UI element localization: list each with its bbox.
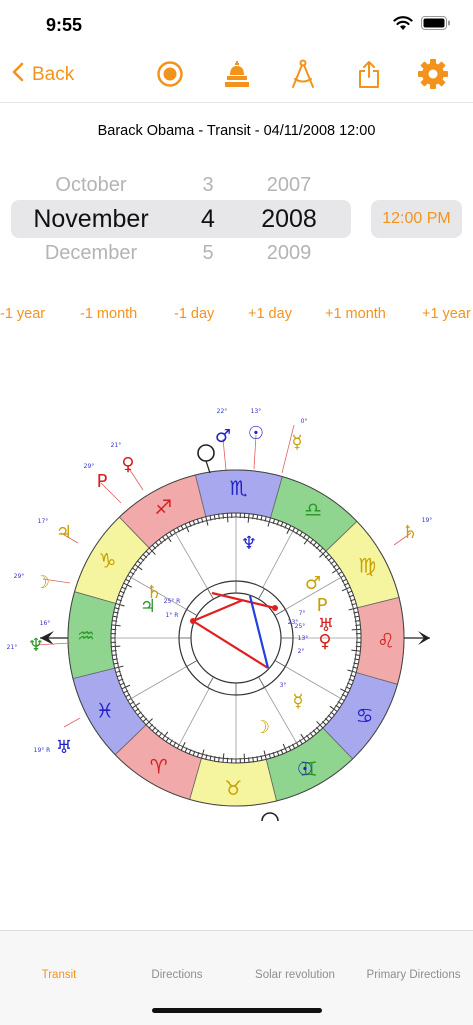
degree-label: 22°	[217, 408, 228, 415]
degree-label: 21°	[7, 644, 18, 651]
degree-label: 2°	[298, 648, 305, 655]
planet-glyph: ♄	[402, 522, 418, 543]
compass-button[interactable]	[287, 60, 319, 92]
astrology-chart-wheel[interactable]: ♈♉♊♋♌♍♎♏♐♑♒♓ ♂☉☿♀P♃☽♆♅♄♆♄♃♂P♅♀☿☽☉ 22°13°…	[0, 395, 473, 925]
planet-glyph: ♅	[56, 737, 72, 758]
tab-directions[interactable]: Directions	[118, 969, 236, 981]
planet-glyph: ☉	[297, 759, 313, 780]
date-picker[interactable]: October November December 3 4 5 2007 200…	[11, 160, 351, 270]
plus-month-button[interactable]: +1 month	[325, 306, 386, 322]
share-button[interactable]	[353, 60, 385, 92]
record-button[interactable]	[154, 60, 186, 92]
picker-year-next[interactable]: 2009	[246, 242, 332, 265]
back-button[interactable]: Back	[12, 62, 74, 88]
tab-transit[interactable]: Transit	[0, 969, 118, 981]
zodiac-glyph: ♈	[150, 755, 168, 779]
degree-label: 25°	[295, 623, 306, 630]
home-indicator	[152, 1008, 322, 1013]
picker-month-prev[interactable]: October	[21, 174, 161, 197]
minus-day-button[interactable]: -1 day	[174, 306, 214, 322]
wifi-icon	[393, 15, 413, 36]
chevron-left-icon	[12, 62, 24, 88]
zodiac-glyph: ♋	[356, 703, 374, 727]
imum-coeli-marker	[262, 813, 278, 821]
degree-label: 19°	[422, 517, 433, 524]
midheaven-marker	[198, 445, 214, 473]
planet-glyph: ☽	[34, 572, 50, 593]
status-bar: 9:55	[0, 0, 473, 50]
degree-label: 17°	[38, 518, 49, 525]
status-icons	[393, 14, 451, 36]
planet-glyph: ♆	[241, 533, 257, 554]
planet-glyph: ♀	[121, 454, 134, 475]
degree-label: 0°	[301, 418, 308, 425]
picker-year-prev[interactable]: 2007	[246, 174, 332, 197]
back-label: Back	[32, 64, 74, 86]
zodiac-glyph: ♒	[77, 623, 95, 647]
planet-glyph: ☿	[291, 432, 302, 453]
degree-label: 29°	[14, 573, 25, 580]
degree-label: 1° R	[166, 612, 179, 619]
planet-glyph: ☉	[248, 423, 264, 444]
picker-day-selected[interactable]: 4	[188, 205, 228, 234]
zodiac-glyph: ♉	[224, 776, 242, 800]
degree-label: 19° R	[34, 747, 51, 754]
picker-year-selected[interactable]: 2008	[246, 205, 332, 234]
zodiac-glyph: ♎	[304, 497, 322, 521]
gear-icon	[417, 58, 449, 95]
aspect-point	[272, 605, 278, 611]
tab-solar-revolution[interactable]: Solar revolution	[236, 969, 354, 981]
battery-icon	[421, 16, 451, 35]
zodiac-glyph: ♑	[98, 549, 116, 573]
zodiac-glyph: ♌	[377, 629, 395, 653]
compass-icon	[288, 59, 318, 94]
planet-glyph: ♃	[140, 596, 156, 617]
planet-glyph: ♂	[215, 426, 231, 447]
planet-glyph: P	[317, 595, 328, 616]
plus-year-button[interactable]: +1 year	[422, 306, 471, 322]
degree-label: 29°	[84, 463, 95, 470]
share-icon	[355, 59, 383, 94]
planet-glyph: ♃	[56, 522, 72, 543]
settings-button[interactable]	[417, 60, 449, 92]
planet-glyph: ☽	[254, 717, 270, 738]
degree-label: 13°	[298, 635, 309, 642]
degree-label: 21°	[111, 442, 122, 449]
planet-glyph: ♂	[305, 573, 321, 594]
degree-label: 13°	[251, 408, 262, 415]
plus-day-button[interactable]: +1 day	[248, 306, 292, 322]
degree-label: 16°	[40, 620, 51, 627]
degree-label: 7°	[299, 610, 306, 617]
navigation-bar: Back	[0, 50, 473, 103]
picker-month-selected[interactable]: November	[21, 205, 161, 234]
minus-year-button[interactable]: -1 year	[0, 306, 45, 322]
zodiac-glyph: ♏	[230, 476, 248, 500]
planet-glyph: ☿	[292, 691, 303, 712]
picker-day-next[interactable]: 5	[188, 242, 228, 265]
minus-month-button[interactable]: -1 month	[80, 306, 137, 322]
planet-glyph: ♆	[28, 635, 44, 656]
chart-title: Barack Obama - Transit - 04/11/2008 12:0…	[0, 123, 473, 139]
planet-glyph: P	[97, 471, 108, 492]
step-buttons: -1 year -1 month -1 day +1 day +1 month …	[0, 306, 473, 326]
temple-icon	[222, 59, 252, 94]
aspect-point	[190, 618, 196, 624]
ascendant-marker	[40, 631, 68, 645]
tab-primary-directions[interactable]: Primary Directions	[354, 969, 473, 981]
degree-label: 25° R	[164, 598, 181, 605]
zodiac-glyph: ♐	[154, 495, 172, 519]
time-button[interactable]: 12:00 PM	[371, 200, 462, 238]
planet-glyph: ♀	[318, 631, 331, 652]
picker-day-prev[interactable]: 3	[188, 174, 228, 197]
zodiac-glyph: ♓	[96, 699, 114, 723]
status-time: 9:55	[46, 15, 82, 36]
zodiac-glyph: ♍	[358, 553, 376, 577]
record-icon	[156, 60, 184, 93]
degree-label: 3°	[280, 682, 287, 689]
picker-month-next[interactable]: December	[21, 242, 161, 265]
descendant-marker	[404, 631, 430, 645]
temple-button[interactable]	[221, 60, 253, 92]
